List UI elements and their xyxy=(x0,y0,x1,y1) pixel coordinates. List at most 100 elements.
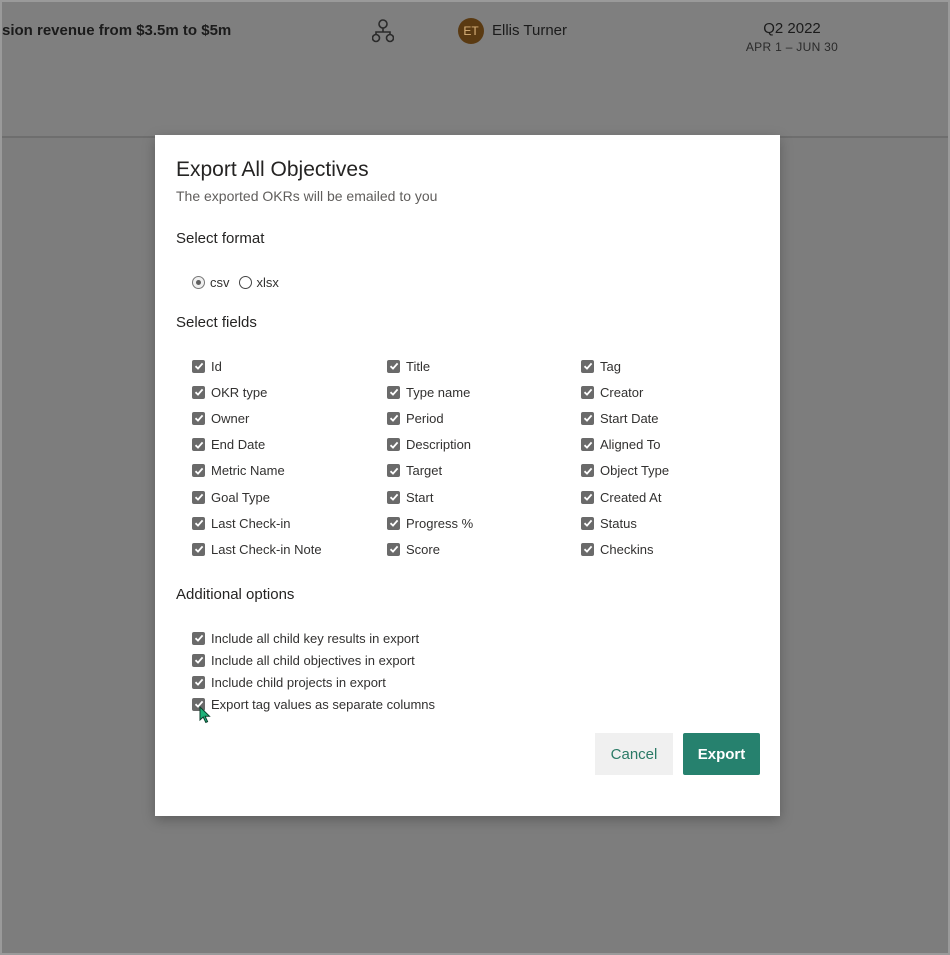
checkbox-checked-icon[interactable] xyxy=(192,653,205,667)
checkbox-checked-icon[interactable] xyxy=(581,464,594,478)
option-checkbox-label[interactable]: Export tag values as separate columns xyxy=(211,697,435,712)
checkbox-checked-icon[interactable] xyxy=(192,464,205,478)
field-checkbox-label[interactable]: Start Date xyxy=(600,411,659,426)
csv-radio[interactable] xyxy=(192,275,205,289)
checkbox-checked-icon[interactable] xyxy=(581,359,594,373)
field-checkbox[interactable]: Goal Type xyxy=(192,489,270,505)
field-checkbox[interactable]: Title xyxy=(387,358,430,374)
option-checkbox-label[interactable]: Include child projects in export xyxy=(211,675,386,690)
field-checkbox-label[interactable]: Metric Name xyxy=(211,463,285,478)
checkbox-checked-icon[interactable] xyxy=(581,516,594,530)
avatar: ET xyxy=(458,18,484,44)
checkbox-checked-icon[interactable] xyxy=(387,542,400,556)
field-checkbox-label[interactable]: Status xyxy=(600,516,637,531)
owner-name: Ellis Turner xyxy=(492,22,568,39)
field-checkbox-label[interactable]: Progress % xyxy=(406,516,473,531)
hierarchy-icon xyxy=(372,19,394,43)
checkbox-checked-icon[interactable] xyxy=(581,490,594,504)
field-checkbox-label[interactable]: Creator xyxy=(600,385,643,400)
cancel-button[interactable]: Cancel xyxy=(595,733,673,775)
field-checkbox-label[interactable]: Start xyxy=(406,490,433,505)
field-checkbox[interactable]: Type name xyxy=(387,384,470,400)
checkbox-checked-icon[interactable] xyxy=(192,411,205,425)
checkbox-checked-icon[interactable] xyxy=(192,516,205,530)
field-checkbox[interactable]: Start Date xyxy=(581,410,659,426)
checkbox-checked-icon[interactable] xyxy=(581,385,594,399)
field-checkbox-label[interactable]: Last Check-in xyxy=(211,516,290,531)
checkbox-checked-icon[interactable] xyxy=(192,438,205,452)
field-checkbox-label[interactable]: Last Check-in Note xyxy=(211,542,322,557)
field-checkbox-label[interactable]: Description xyxy=(406,437,471,452)
field-checkbox[interactable]: OKR type xyxy=(192,384,267,400)
field-checkbox[interactable]: Description xyxy=(387,437,471,453)
option-checkbox[interactable]: Include all child objectives in export xyxy=(192,652,415,668)
field-checkbox-label[interactable]: Id xyxy=(211,359,222,374)
checkbox-checked-icon[interactable] xyxy=(387,359,400,373)
checkbox-checked-icon[interactable] xyxy=(192,675,205,689)
field-checkbox[interactable]: Last Check-in Note xyxy=(192,541,322,557)
field-checkbox-label[interactable]: Score xyxy=(406,542,440,557)
field-checkbox-label[interactable]: Goal Type xyxy=(211,490,270,505)
field-checkbox[interactable]: Start xyxy=(387,489,433,505)
field-checkbox[interactable]: End Date xyxy=(192,437,265,453)
checkbox-checked-icon[interactable] xyxy=(581,542,594,556)
field-checkbox-label[interactable]: Type name xyxy=(406,385,470,400)
field-checkbox[interactable]: Id xyxy=(192,358,222,374)
period-dates: APR 1 – JUN 30 xyxy=(745,40,839,54)
checkbox-checked-icon[interactable] xyxy=(192,542,205,556)
checkbox-checked-icon[interactable] xyxy=(192,631,205,645)
mouse-cursor-icon xyxy=(199,706,211,724)
objective-row: sion revenue from $3.5m to $5m ET Ellis … xyxy=(2,2,948,138)
export-button[interactable]: Export xyxy=(683,733,760,775)
select-fields-label: Select fields xyxy=(176,314,257,331)
checkbox-checked-icon[interactable] xyxy=(581,438,594,452)
field-checkbox-label[interactable]: Object Type xyxy=(600,463,669,478)
checkbox-checked-icon[interactable] xyxy=(387,490,400,504)
option-checkbox[interactable]: Export tag values as separate columns xyxy=(192,696,435,712)
checkbox-checked-icon[interactable] xyxy=(387,411,400,425)
field-checkbox-label[interactable]: OKR type xyxy=(211,385,267,400)
field-checkbox[interactable]: Metric Name xyxy=(192,463,285,479)
field-checkbox[interactable]: Last Check-in xyxy=(192,515,290,531)
select-format-label: Select format xyxy=(176,230,265,247)
xlsx-radio[interactable] xyxy=(238,275,252,289)
checkbox-checked-icon[interactable] xyxy=(192,359,205,373)
field-checkbox-label[interactable]: Target xyxy=(406,463,442,478)
checkbox-checked-icon[interactable] xyxy=(387,516,400,530)
field-checkbox[interactable]: Score xyxy=(387,541,440,557)
option-checkbox[interactable]: Include child projects in export xyxy=(192,674,386,690)
field-checkbox-label[interactable]: Checkins xyxy=(600,542,653,557)
period-quarter: Q2 2022 xyxy=(763,20,821,37)
field-checkbox[interactable]: Aligned To xyxy=(581,437,660,453)
field-checkbox[interactable]: Object Type xyxy=(581,463,669,479)
field-checkbox[interactable]: Checkins xyxy=(581,541,653,557)
checkbox-checked-icon[interactable] xyxy=(192,490,205,504)
field-checkbox[interactable]: Period xyxy=(387,410,444,426)
checkbox-checked-icon[interactable] xyxy=(581,411,594,425)
xlsx-radio-label[interactable]: xlsx xyxy=(257,275,279,290)
field-checkbox[interactable]: Tag xyxy=(581,358,621,374)
field-checkbox-label[interactable]: Title xyxy=(406,359,430,374)
field-checkbox[interactable]: Target xyxy=(387,463,442,479)
checkbox-checked-icon[interactable] xyxy=(387,464,400,478)
field-checkbox[interactable]: Owner xyxy=(192,410,249,426)
field-checkbox[interactable]: Status xyxy=(581,515,637,531)
field-checkbox[interactable]: Progress % xyxy=(387,515,473,531)
field-checkbox-label[interactable]: Created At xyxy=(600,490,661,505)
dialog-subtitle: The exported OKRs will be emailed to you xyxy=(176,188,438,204)
field-checkbox-label[interactable]: Owner xyxy=(211,411,249,426)
field-checkbox-label[interactable]: End Date xyxy=(211,437,265,452)
field-checkbox[interactable]: Created At xyxy=(581,489,661,505)
option-checkbox[interactable]: Include all child key results in export xyxy=(192,630,419,646)
csv-radio-label[interactable]: csv xyxy=(210,275,230,290)
field-checkbox-label[interactable]: Aligned To xyxy=(600,437,660,452)
option-checkbox-label[interactable]: Include all child key results in export xyxy=(211,631,419,646)
field-checkbox[interactable]: Creator xyxy=(581,384,643,400)
checkbox-checked-icon[interactable] xyxy=(387,385,400,399)
field-checkbox-label[interactable]: Period xyxy=(406,411,444,426)
option-checkbox-label[interactable]: Include all child objectives in export xyxy=(211,653,415,668)
checkbox-checked-icon[interactable] xyxy=(387,438,400,452)
field-checkbox-label[interactable]: Tag xyxy=(600,359,621,374)
checkbox-checked-icon[interactable] xyxy=(192,385,205,399)
format-radio-group: csv xlsx xyxy=(192,274,288,290)
